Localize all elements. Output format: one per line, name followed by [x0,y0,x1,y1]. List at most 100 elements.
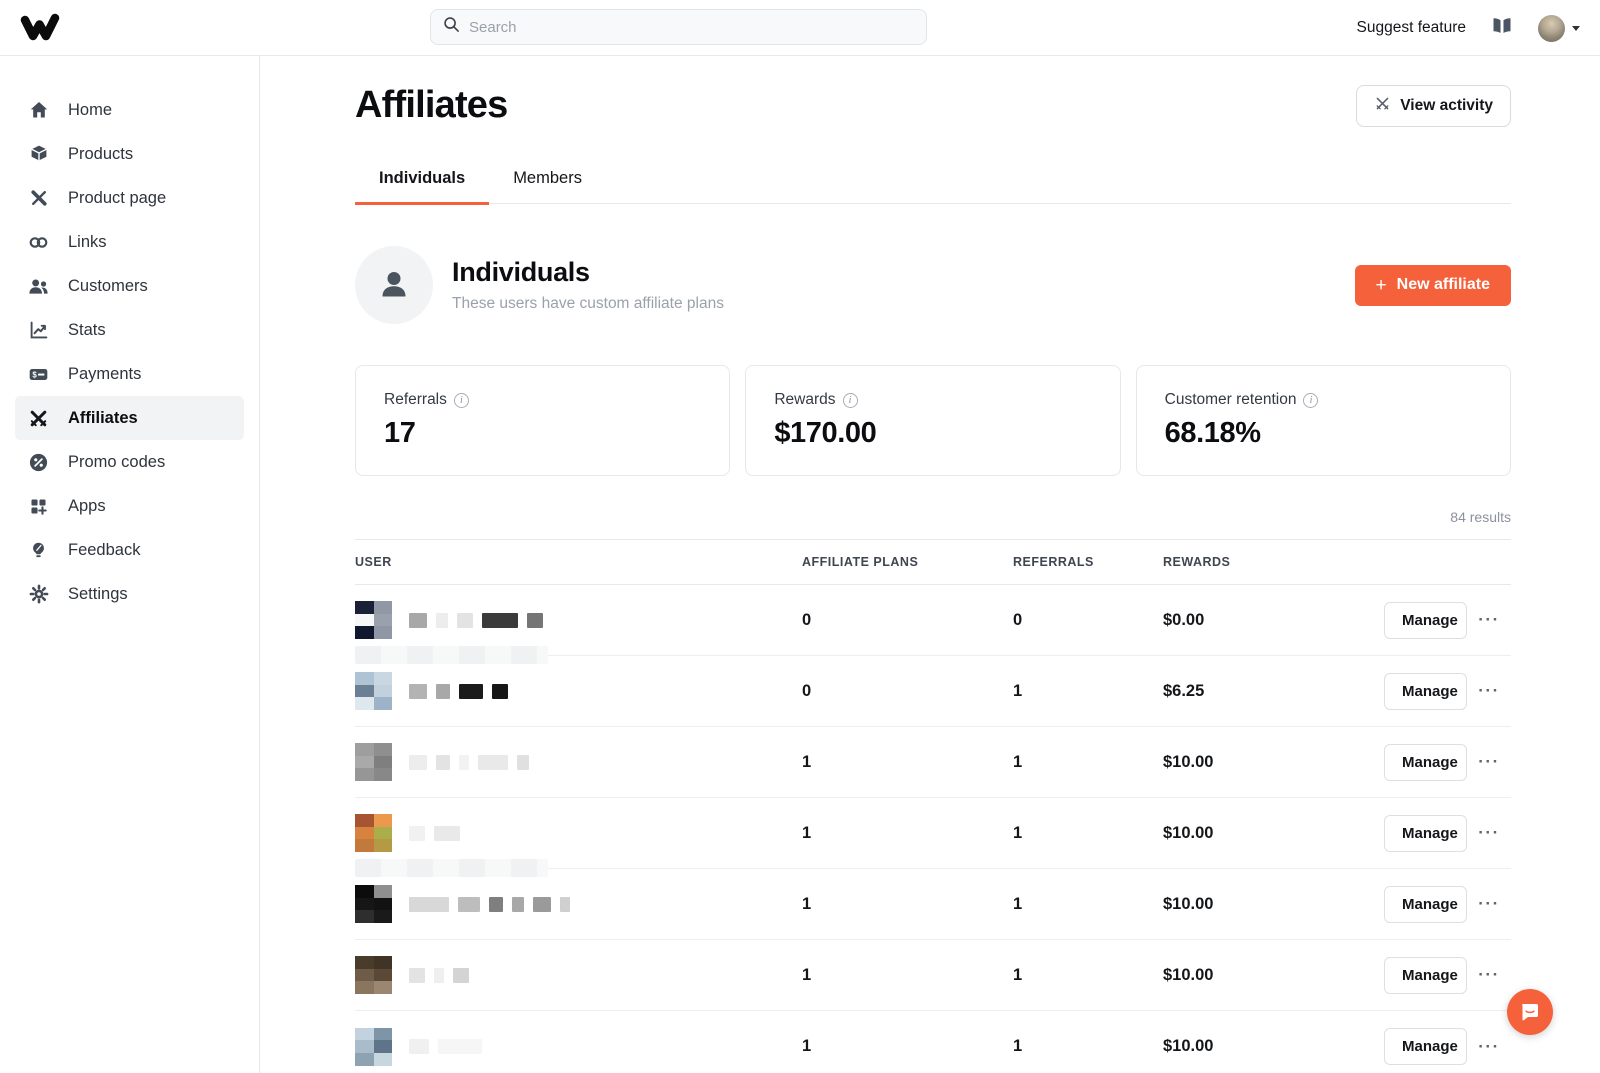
rewards-value: $10.00 [1163,1037,1214,1055]
rewards-value: $10.00 [1163,965,1214,984]
chat-widget-button[interactable] [1507,989,1553,1035]
sidebar-item-affiliates[interactable]: Affiliates [15,396,244,440]
sidebar-item-product-page[interactable]: Product page [0,176,259,220]
sidebar-item-customers[interactable]: Customers [0,264,259,308]
more-options-button[interactable]: ··· [1467,681,1511,701]
manage-button[interactable]: Manage [1384,956,1467,994]
sidebar-item-stats[interactable]: Stats [0,308,259,352]
tab-members[interactable]: Members [489,169,606,203]
tab-individuals[interactable]: Individuals [355,169,490,205]
docs-book-icon[interactable] [1492,17,1512,39]
affiliates-table: USER AFFILIATE PLANS REFERRALS REWARDS 0… [355,539,1511,1073]
sidebar-item-label: Payments [68,364,142,383]
tab-bar: Individuals Members [355,169,1511,205]
more-options-button[interactable]: ··· [1467,894,1511,914]
manage-button[interactable]: Manage [1384,814,1467,852]
more-options-button[interactable]: ··· [1467,823,1511,843]
sidebar-item-label: Stats [68,320,106,339]
more-options-button[interactable]: ··· [1467,610,1511,630]
stats-cards: Referrals i 17 Rewards i $170.00 Custome… [355,365,1511,476]
main-content: Affiliates View activity Individuals Mem… [260,56,1600,1073]
user-avatar [1538,14,1565,42]
suggest-feature-link[interactable]: Suggest feature [1357,19,1466,37]
sidebar-item-payments[interactable]: $ Payments [0,352,259,396]
stat-card-customer-retention: Customer retention i 68.18% [1135,365,1511,476]
manage-button[interactable]: Manage [1384,885,1467,923]
user-name-redacted [409,896,570,912]
gear-icon [28,584,49,605]
brand-logo-icon[interactable] [20,12,60,47]
sidebar-item-products[interactable]: Products [0,132,259,176]
table-header-row: USER AFFILIATE PLANS REFERRALS REWARDS [355,540,1511,585]
user-cell [355,798,802,877]
search-box[interactable] [430,9,927,45]
sidebar-item-label: Apps [68,496,106,515]
user-email-redacted [355,859,548,877]
column-header-rewards: REWARDS [1163,555,1231,569]
manage-button[interactable]: Manage [1384,601,1467,639]
crossed-swords-outline-icon [1374,95,1391,117]
sidebar-item-feedback[interactable]: Feedback [0,528,259,572]
user-avatar-redacted [355,1027,392,1066]
info-icon[interactable]: i [1303,392,1319,408]
sidebar-item-home[interactable]: Home [0,88,259,132]
sidebar-item-label: Products [68,144,134,163]
sidebar-item-links[interactable]: Links [0,220,259,264]
user-name-redacted [409,754,529,770]
table-row: 1 1 $10.00 Manage ··· [355,1011,1511,1073]
lightbulb-icon [28,540,49,561]
chain-link-icon [28,232,49,253]
chat-bubble-icon [1522,1004,1538,1021]
sidebar-item-promo-codes[interactable]: Promo codes [0,440,259,484]
user-avatar-redacted [355,672,392,710]
more-options-button[interactable]: ··· [1467,965,1511,985]
sidebar-item-label: Settings [68,584,128,603]
user-cell [355,940,802,1010]
sidebar-item-apps[interactable]: Apps [0,484,259,528]
user-avatar-redacted [355,601,392,639]
sidebar-item-label: Affiliates [68,408,138,427]
search-input[interactable] [469,18,914,36]
sidebar-item-settings[interactable]: Settings [0,572,259,616]
chart-icon [28,320,49,341]
user-cell [355,1011,802,1073]
new-affiliate-button[interactable]: + New affiliate [1354,264,1511,306]
sidebar-item-label: Product page [68,188,167,207]
more-options-button[interactable]: ··· [1467,752,1511,772]
sidebar-nav: Home Products Product page Links Custome… [0,56,260,1073]
section-subtitle: These users have custom affiliate plans [452,295,724,312]
user-avatar-redacted [355,956,392,994]
search-icon [443,16,460,38]
affiliate-plans-value: 1 [802,894,812,913]
info-icon[interactable]: i [453,392,469,408]
info-icon[interactable]: i [842,392,858,408]
manage-button[interactable]: Manage [1384,672,1467,710]
blocks-plus-icon [28,496,49,517]
top-bar: Suggest feature [0,0,1600,56]
rewards-value: $10.00 [1163,823,1214,842]
table-row: 1 1 $10.00 Manage ··· [355,727,1511,798]
stat-card-rewards: Rewards i $170.00 [745,365,1121,476]
rewards-value: $10.00 [1163,752,1214,771]
affiliate-plans-value: 1 [802,823,812,842]
person-icon [382,272,406,297]
sidebar-item-label: Feedback [68,540,141,559]
user-cell [355,585,802,664]
stat-value: 17 [384,417,416,449]
card-dollar-icon: $ [28,364,49,385]
chevron-down-icon [1572,25,1580,31]
more-options-button[interactable]: ··· [1467,1037,1511,1057]
account-menu[interactable] [1538,14,1580,42]
view-activity-button[interactable]: View activity [1356,84,1511,127]
user-email-redacted [355,646,548,664]
affiliate-plans-value: 1 [802,1037,812,1055]
stat-value: 68.18% [1164,417,1261,449]
manage-button[interactable]: Manage [1384,1028,1467,1065]
rewards-value: $0.00 [1163,610,1205,629]
view-activity-label: View activity [1400,96,1493,114]
manage-button[interactable]: Manage [1384,743,1467,781]
individuals-avatar [355,246,433,324]
stat-label: Referrals [384,391,447,408]
referrals-value: 1 [1013,894,1023,913]
page-title: Affiliates [355,84,508,126]
